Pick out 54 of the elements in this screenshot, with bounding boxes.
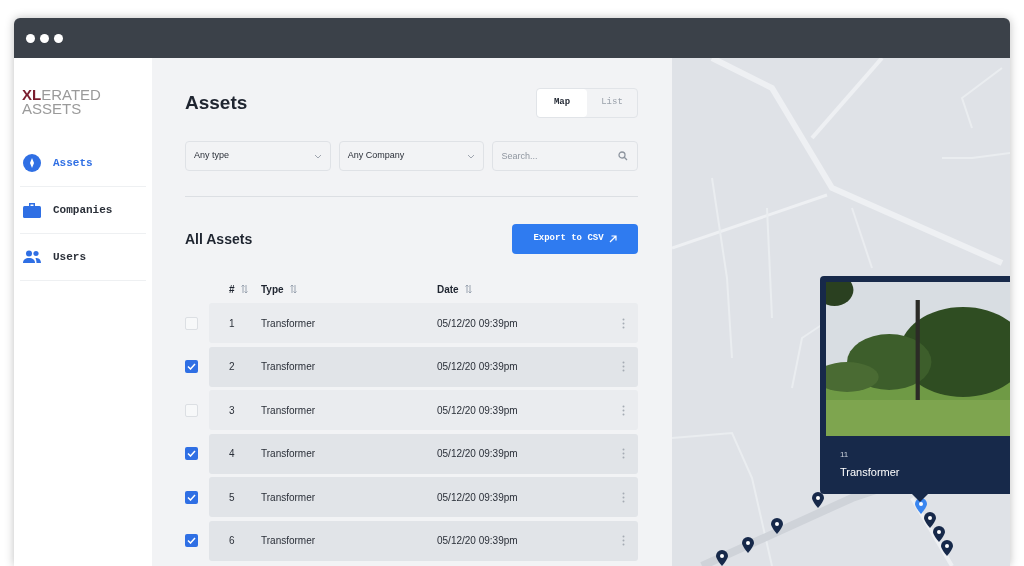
- table-row[interactable]: 2 Transformer 05/12/20 09:39pm: [209, 346, 638, 387]
- sidebar-item[interactable]: Assets: [20, 140, 146, 187]
- compass-icon: [23, 154, 41, 172]
- row-checkbox[interactable]: [185, 316, 198, 330]
- table-cell-text: 05/12/20 09:39pm: [437, 447, 519, 461]
- table-cell-text: 6: [228, 534, 236, 548]
- view-tab[interactable]: Map: [537, 89, 587, 117]
- table-cell-text: 5: [228, 490, 236, 505]
- table-cell-text: 05/12/20 09:39pm: [437, 534, 519, 548]
- row-checkbox[interactable]: [185, 403, 198, 417]
- table-cell-text: 05/12/20 09:39pm: [437, 403, 519, 418]
- filter-dropdown[interactable]: Any Company: [338, 141, 485, 171]
- search-field[interactable]: Search...: [492, 141, 638, 171]
- chevron-down-icon: [313, 153, 322, 159]
- column-header[interactable]: Date: [437, 281, 459, 297]
- section-title: All Assets: [185, 229, 253, 249]
- sort-icon[interactable]: [289, 284, 297, 294]
- page-title: Assets: [185, 90, 248, 115]
- briefcase-icon: [23, 202, 41, 218]
- logo: XLERATED ASSETS: [21, 88, 102, 116]
- table-row[interactable]: 4 Transformer 05/12/20 09:39pm: [209, 433, 638, 474]
- table-cell-text: Transformer: [261, 360, 317, 374]
- table-cell-text: 05/12/20 09:39pm: [437, 316, 519, 331]
- table-cell-text: Transformer: [261, 316, 317, 331]
- people-icon: [23, 250, 41, 264]
- table-cell-text: Transformer: [261, 403, 317, 418]
- table-cell-text: 2: [228, 360, 236, 374]
- export-button[interactable]: Export to CSV: [512, 224, 638, 254]
- search-icon: [618, 151, 628, 161]
- table-cell-text: 05/12/20 09:39pm: [437, 360, 519, 374]
- table-cell-text: 3: [228, 403, 236, 418]
- table-cell-text: 05/12/20 09:39pm: [437, 490, 519, 505]
- sort-icon[interactable]: [464, 284, 472, 294]
- row-checkbox[interactable]: [185, 534, 198, 547]
- filter-dropdown[interactable]: Any type: [185, 141, 331, 171]
- table-cell-text: 4: [228, 447, 236, 461]
- sort-icon[interactable]: [240, 284, 248, 294]
- sidebar-item[interactable]: Companies: [20, 187, 146, 234]
- table-cell-text: Transformer: [261, 447, 317, 461]
- row-checkbox[interactable]: [185, 490, 198, 504]
- arrow-up-right-icon: [608, 235, 617, 243]
- sidebar-item[interactable]: Users: [20, 234, 146, 281]
- column-header[interactable]: #: [229, 281, 235, 297]
- table-row[interactable]: 1 Transformer 05/12/20 09:39pm: [209, 303, 638, 343]
- chevron-down-icon: [467, 153, 476, 159]
- table-cell-text: Transformer: [261, 534, 317, 548]
- row-checkbox[interactable]: [185, 360, 198, 373]
- row-checkbox[interactable]: [185, 447, 198, 460]
- column-header[interactable]: Type: [261, 281, 284, 297]
- table-cell-text: 1: [228, 316, 236, 331]
- table-row[interactable]: 3 Transformer 05/12/20 09:39pm: [209, 390, 638, 430]
- table-row[interactable]: 5 Transformer 05/12/20 09:39pm: [209, 477, 638, 517]
- table-cell-text: Transformer: [261, 490, 317, 505]
- table-row[interactable]: 6 Transformer 05/12/20 09:39pm: [209, 520, 638, 561]
